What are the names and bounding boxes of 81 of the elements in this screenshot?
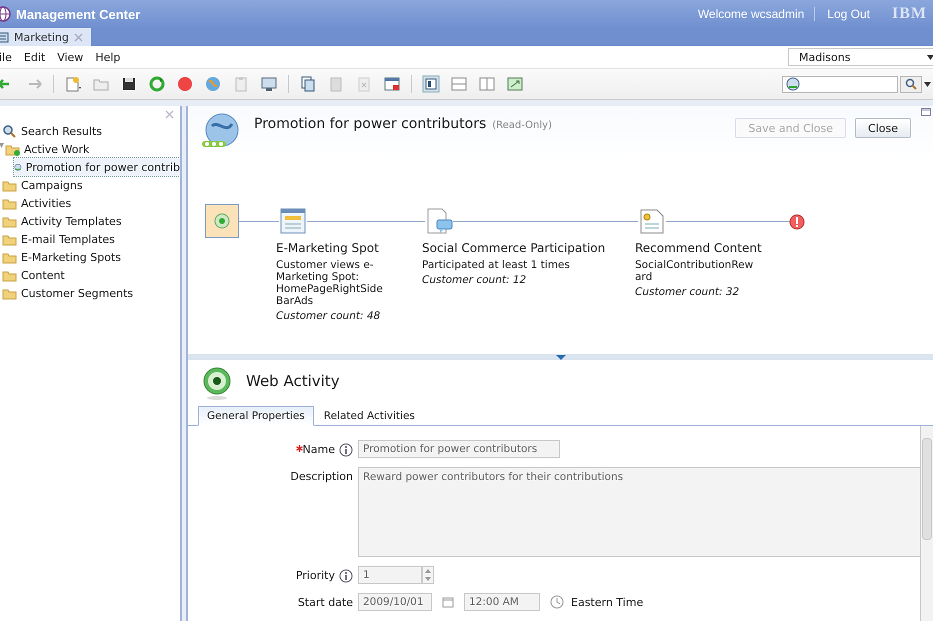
element-title: Social Commerce Participation xyxy=(422,242,606,254)
tree-item[interactable]: Promotion for power contrib xyxy=(14,158,180,176)
element-title: E-Marketing Spot xyxy=(276,242,380,254)
tree-item[interactable]: Customer Segments xyxy=(2,284,180,302)
properties-tab[interactable]: Related Activities xyxy=(316,407,423,425)
tree-item[interactable]: Activities xyxy=(2,194,180,212)
tree-item[interactable]: Campaigns xyxy=(2,176,180,194)
tree-item[interactable]: Content xyxy=(2,266,180,284)
customer-count: Customer count: 48 xyxy=(276,310,382,322)
globe-icon[interactable] xyxy=(204,75,222,93)
element-detail: SocialContributionReward xyxy=(635,259,754,283)
editor-icon xyxy=(0,31,9,43)
web-activity-icon xyxy=(202,367,232,401)
welcome-text: Welcome wcsadmin xyxy=(698,7,816,21)
read-only-label: (Read-Only) xyxy=(492,120,552,131)
dropdown-arrow-icon xyxy=(927,54,933,60)
document-icon[interactable] xyxy=(638,207,666,235)
start-icon xyxy=(214,213,230,229)
refresh-icon[interactable] xyxy=(148,75,166,93)
name-field[interactable]: Promotion for power contributors xyxy=(358,440,560,458)
menu-item[interactable]: Edit xyxy=(24,50,46,64)
search-button[interactable] xyxy=(900,76,922,92)
properties-tab[interactable]: General Properties xyxy=(198,406,314,426)
copy-icon[interactable] xyxy=(299,75,317,93)
close-icon xyxy=(165,110,174,119)
scrollbar[interactable] xyxy=(920,426,933,621)
expand-arrow-icon[interactable] xyxy=(0,143,4,148)
calendar-icon[interactable] xyxy=(383,75,401,93)
close-icon xyxy=(74,32,83,42)
priority-field[interactable]: 1 xyxy=(358,566,422,584)
tree-item[interactable]: Active Work xyxy=(2,140,180,158)
end-node-icon xyxy=(789,214,805,230)
date-field[interactable]: 2009/10/01 xyxy=(358,593,432,611)
app-tab[interactable]: Marketing xyxy=(0,28,91,46)
customer-count: Customer count: 32 xyxy=(635,286,740,298)
search-icon xyxy=(905,78,917,90)
element-detail: Participated at least 1 times xyxy=(422,259,571,271)
export-icon[interactable] xyxy=(506,75,524,93)
menu-item[interactable]: ile xyxy=(0,50,12,64)
field-label: Name xyxy=(302,443,335,456)
time-field[interactable]: 12:00 AM xyxy=(464,593,540,611)
spinner-arrows-icon[interactable] xyxy=(422,566,434,584)
vertical-split-icon[interactable] xyxy=(478,75,496,93)
horizontal-split-icon[interactable] xyxy=(450,75,468,93)
editor-title: Promotion for power contributors xyxy=(254,116,486,132)
comment-document-icon[interactable] xyxy=(425,207,453,235)
field-label: Priority xyxy=(296,569,335,582)
calendar-icon[interactable] xyxy=(442,596,454,608)
stop-icon[interactable] xyxy=(176,75,194,93)
tab-label: Marketing xyxy=(14,30,69,44)
monitor-icon[interactable] xyxy=(260,75,278,93)
web-page-icon[interactable] xyxy=(279,207,307,235)
save-icon[interactable] xyxy=(120,75,138,93)
menu-item[interactable]: Help xyxy=(95,50,120,64)
dropdown-arrow-icon xyxy=(924,82,931,86)
new-icon[interactable] xyxy=(64,75,82,93)
action-button[interactable]: Close xyxy=(855,118,911,138)
collapse-arrow-icon xyxy=(556,354,566,360)
tree-item[interactable]: E-Marketing Spots xyxy=(2,248,180,266)
tree-item[interactable]: Activity Templates xyxy=(2,212,180,230)
maximize-icon xyxy=(921,108,931,116)
field-label: Start date xyxy=(298,596,353,609)
layout-icon[interactable] xyxy=(422,75,440,93)
start-node[interactable] xyxy=(205,204,239,238)
tree-item[interactable]: Search Results xyxy=(2,122,180,140)
search-scope-icon xyxy=(786,77,800,91)
app-title: Management Center xyxy=(16,6,140,22)
search-field[interactable] xyxy=(782,76,898,92)
customer-count: Customer count: 12 xyxy=(422,274,528,286)
clock-icon xyxy=(550,595,564,609)
time-zone-label: Eastern Time xyxy=(571,596,644,608)
store-dropdown[interactable]: Madisons xyxy=(788,48,933,66)
search-icon xyxy=(2,124,17,138)
logo: IBM xyxy=(892,5,927,23)
properties-title: Web Activity xyxy=(246,372,340,390)
element-detail: Customer views e-Marketing Spot: HomePageRightSideBarAds xyxy=(276,259,384,307)
tree-item[interactable]: E-mail Templates xyxy=(2,230,180,248)
field-label: Description xyxy=(290,470,353,483)
element-title: Recommend Content xyxy=(635,242,762,254)
description-field[interactable]: Reward power contributors for their contributions xyxy=(358,467,920,557)
menu-item[interactable]: View xyxy=(57,50,84,64)
